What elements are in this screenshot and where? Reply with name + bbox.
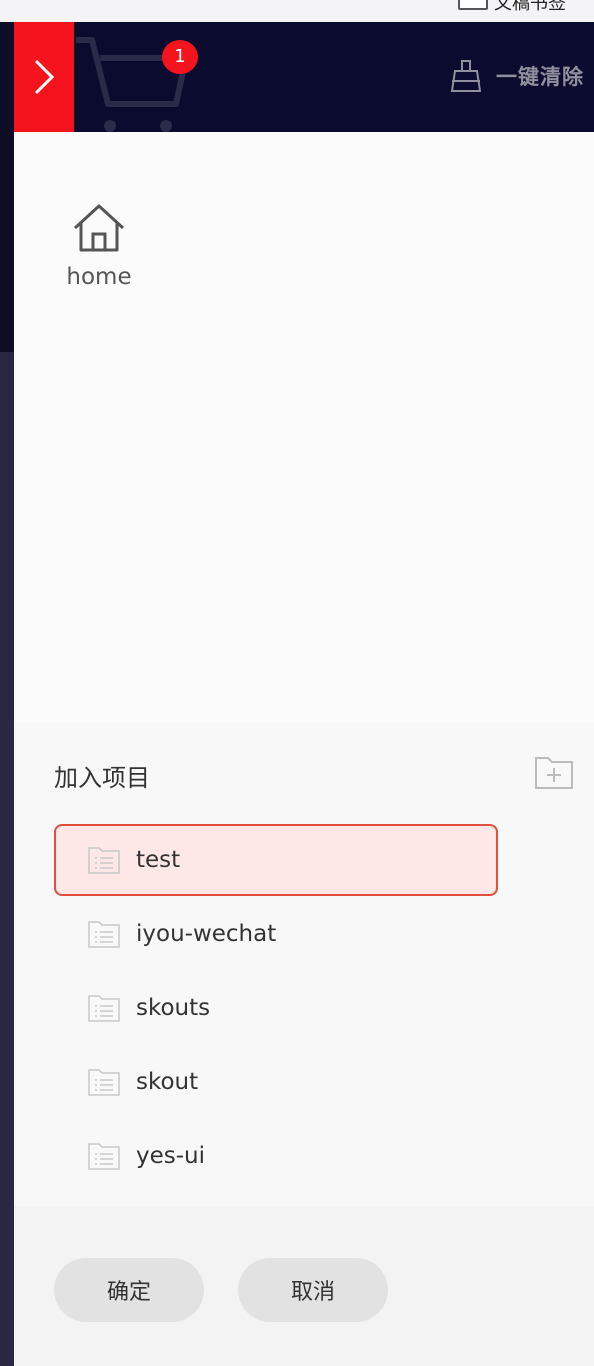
chevron-right-icon bbox=[34, 59, 55, 95]
cancel-button[interactable]: 取消 bbox=[238, 1258, 388, 1322]
cart-panel: 1 一键清除 home 加入项目 test iyou-wechat skouts… bbox=[14, 22, 594, 1366]
window-top-strip: 文稿书签 bbox=[0, 0, 594, 22]
home-icon bbox=[73, 204, 125, 252]
project-name: test bbox=[136, 847, 181, 873]
home-label: home bbox=[66, 264, 132, 290]
project-name: yes-ui bbox=[136, 1143, 206, 1169]
project-name: skout bbox=[136, 1069, 199, 1095]
project-list: test iyou-wechat skouts skout yes-ui bbox=[54, 824, 498, 1194]
cart-count-badge: 1 bbox=[162, 40, 198, 74]
project-item-skout[interactable]: skout bbox=[54, 1046, 498, 1118]
project-name: skouts bbox=[136, 995, 211, 1021]
panel-header: 1 一键清除 bbox=[14, 22, 594, 132]
clear-all-button[interactable]: 一键清除 bbox=[450, 58, 584, 94]
folder-icon bbox=[88, 1069, 120, 1096]
broom-icon bbox=[450, 60, 482, 92]
project-item-yes-ui[interactable]: yes-ui bbox=[54, 1120, 498, 1192]
dialog-footer: 确定 取消 bbox=[14, 1206, 594, 1366]
collapse-panel-button[interactable] bbox=[14, 22, 74, 132]
add-folder-button[interactable] bbox=[534, 754, 574, 794]
folder-icon bbox=[88, 921, 120, 948]
topstrip-text: 文稿书签 bbox=[494, 0, 566, 14]
confirm-button[interactable]: 确定 bbox=[54, 1258, 204, 1322]
project-section: 加入项目 test iyou-wechat skouts skout yes-u… bbox=[14, 722, 594, 1206]
folder-add-icon bbox=[535, 757, 573, 789]
folder-icon bbox=[88, 1143, 120, 1170]
folder-icon bbox=[88, 995, 120, 1022]
home-shortcut[interactable]: home bbox=[54, 202, 144, 290]
folder-icon bbox=[88, 847, 120, 874]
clear-all-label: 一键清除 bbox=[496, 65, 584, 89]
project-item-iyou-wechat[interactable]: iyou-wechat bbox=[54, 898, 498, 970]
background-app-edge bbox=[0, 22, 14, 1366]
project-name: iyou-wechat bbox=[136, 921, 277, 947]
project-item-skouts[interactable]: skouts bbox=[54, 972, 498, 1044]
project-item-test[interactable]: test bbox=[54, 824, 498, 896]
document-icon bbox=[458, 0, 488, 10]
section-title: 加入项目 bbox=[54, 764, 150, 792]
